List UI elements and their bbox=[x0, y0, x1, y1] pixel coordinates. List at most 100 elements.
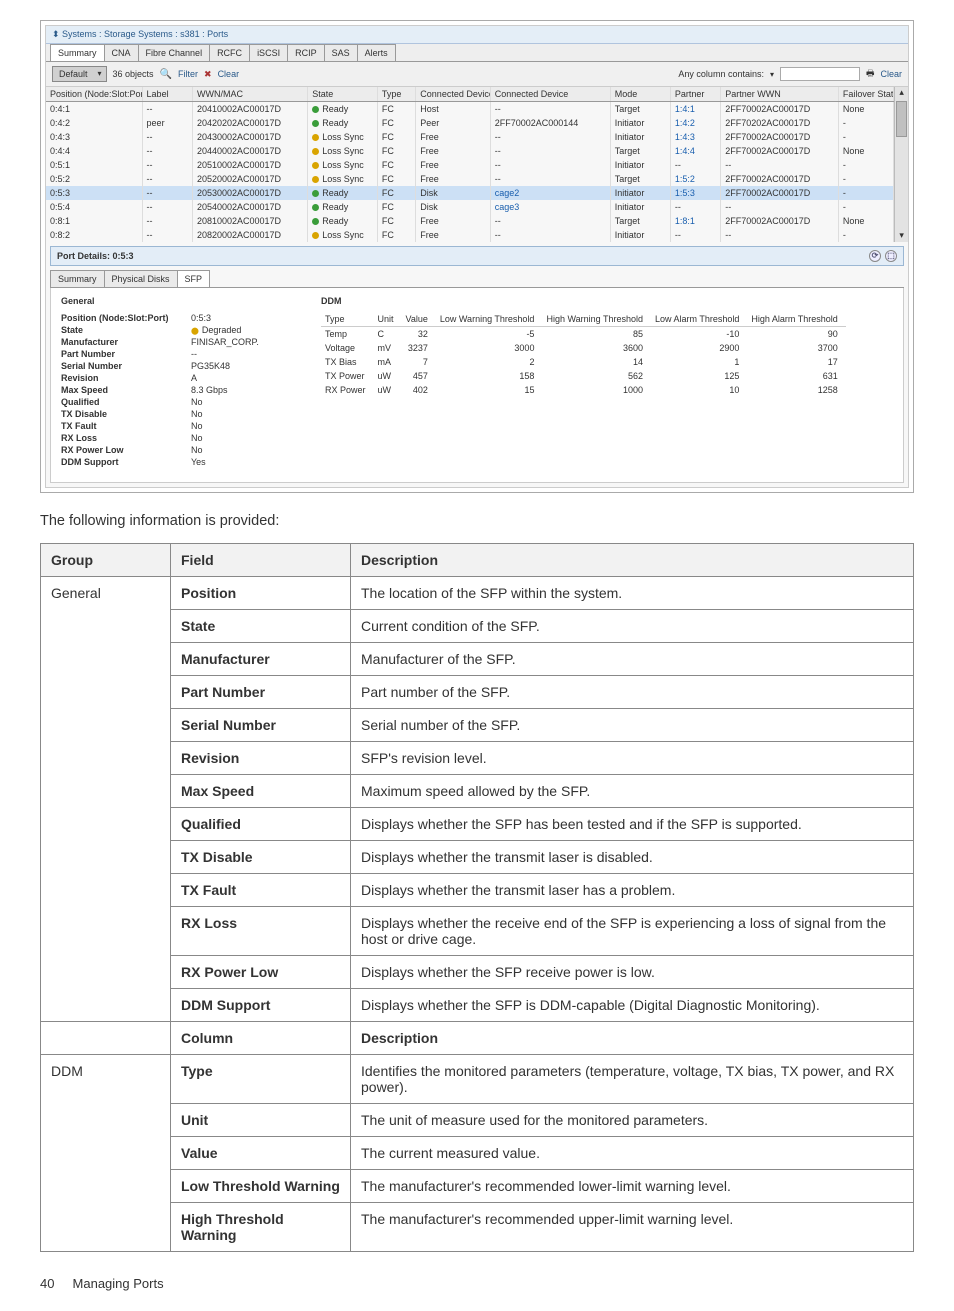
vertical-scrollbar[interactable]: ▴ ▾ bbox=[894, 87, 908, 242]
col-header[interactable]: Partner WWN bbox=[721, 87, 839, 102]
field-cell: DDM Support bbox=[171, 989, 351, 1022]
clear-filter-icon[interactable]: ✖ bbox=[204, 69, 212, 80]
desc-cell: Displays whether the SFP has been tested… bbox=[351, 808, 914, 841]
field-cell: TX Disable bbox=[171, 841, 351, 874]
top-tab-rcip[interactable]: RCIP bbox=[287, 44, 325, 61]
print-icon[interactable]: 🖶 bbox=[866, 66, 875, 82]
desc-cell: Displays whether the SFP receive power i… bbox=[351, 956, 914, 989]
table-header-row: Position (Node:Slot:Port)LabelWWN/MACSta… bbox=[46, 87, 894, 102]
ddm-row: VoltagemV32373000360029003700 bbox=[321, 341, 846, 355]
col-header[interactable]: WWN/MAC bbox=[192, 87, 307, 102]
field-cell: Part Number bbox=[171, 676, 351, 709]
general-panel: General Position (Node:Slot:Port)0:5:3St… bbox=[61, 296, 291, 468]
col-header[interactable]: Connected Device Type bbox=[416, 87, 490, 102]
screenshot-panel: ⬍ Systems : Storage Systems : s381 : Por… bbox=[40, 20, 914, 493]
status-dot-icon bbox=[312, 106, 319, 113]
sub-tab-physical-disks[interactable]: Physical Disks bbox=[104, 270, 178, 287]
top-tab-iscsi[interactable]: iSCSI bbox=[249, 44, 288, 61]
table-row[interactable]: 0:5:2--20520002AC00017DLoss SyncFCFree--… bbox=[46, 172, 894, 186]
desc-row: RevisionSFP's revision level. bbox=[41, 742, 914, 775]
top-tab-fibre-channel[interactable]: Fibre Channel bbox=[138, 44, 211, 61]
table-row[interactable]: 0:4:4--20440002AC00017DLoss SyncFCFree--… bbox=[46, 144, 894, 158]
desc-row: GeneralPositionThe location of the SFP w… bbox=[41, 577, 914, 610]
field-value: No bbox=[191, 409, 203, 419]
col-header[interactable]: Type bbox=[377, 87, 415, 102]
ddm-col-header: Type bbox=[321, 312, 374, 327]
field-value: No bbox=[191, 421, 203, 431]
field-value: A bbox=[191, 373, 197, 383]
status-dot-icon bbox=[312, 232, 319, 239]
ddm-col-header: Unit bbox=[374, 312, 402, 327]
status-dot-icon bbox=[312, 190, 319, 197]
sub-tab-sfp[interactable]: SFP bbox=[177, 270, 211, 287]
field-label: TX Fault bbox=[61, 421, 191, 431]
table-row[interactable]: 0:4:3--20430002AC00017DLoss SyncFCFree--… bbox=[46, 130, 894, 144]
ddm-row: RX PoweruW402151000101258 bbox=[321, 383, 846, 397]
ddm-col-header: High Warning Threshold bbox=[542, 312, 651, 327]
filter-icon[interactable]: 🔍 bbox=[160, 69, 172, 80]
sub-tab-summary[interactable]: Summary bbox=[50, 270, 105, 287]
top-tab-alerts[interactable]: Alerts bbox=[357, 44, 396, 61]
group-cell: DDM bbox=[41, 1055, 171, 1252]
col-header[interactable]: Mode bbox=[610, 87, 670, 102]
ddm-col-header: High Alarm Threshold bbox=[747, 312, 845, 327]
table-row[interactable]: 0:8:2--20820002AC00017DLoss SyncFCFree--… bbox=[46, 228, 894, 242]
field-cell: Value bbox=[171, 1137, 351, 1170]
col-header[interactable]: Partner bbox=[670, 87, 720, 102]
desc-row: QualifiedDisplays whether the SFP has be… bbox=[41, 808, 914, 841]
general-field-row: RevisionA bbox=[61, 372, 291, 384]
col-header[interactable]: Connected Device bbox=[490, 87, 610, 102]
field-cell: Low Threshold Warning bbox=[171, 1170, 351, 1203]
field-value: No bbox=[191, 397, 203, 407]
col-header[interactable]: Failover State bbox=[838, 87, 893, 102]
field-cell: Revision bbox=[171, 742, 351, 775]
table-row[interactable]: 0:8:1--20810002AC00017DReadyFCFree--Targ… bbox=[46, 214, 894, 228]
expand-icon[interactable]: ⬚ bbox=[885, 250, 897, 262]
col-header[interactable]: State bbox=[308, 87, 378, 102]
table-row[interactable]: 0:4:1--20410002AC00017DReadyFCHost--Targ… bbox=[46, 102, 894, 117]
top-tab-cna[interactable]: CNA bbox=[104, 44, 139, 61]
desc-cell: Displays whether the transmit laser has … bbox=[351, 874, 914, 907]
general-field-row: TX DisableNo bbox=[61, 408, 291, 420]
general-title: General bbox=[61, 296, 291, 306]
table-row[interactable]: 0:5:4--20540002AC00017DReadyFCDiskcage3I… bbox=[46, 200, 894, 214]
clear-filter-link[interactable]: Clear bbox=[218, 69, 240, 79]
table-row[interactable]: 0:5:3--20530002AC00017DReadyFCDiskcage2I… bbox=[46, 186, 894, 200]
clear-search-link[interactable]: Clear bbox=[880, 69, 902, 79]
field-value: No bbox=[191, 445, 203, 455]
lead-text: The following information is provided: bbox=[40, 513, 914, 529]
ddm-row: TempC32-585-1090 bbox=[321, 327, 846, 342]
field-cell: RX Loss bbox=[171, 907, 351, 956]
search-input[interactable] bbox=[780, 67, 860, 81]
general-field-row: StateDegraded bbox=[61, 324, 291, 336]
field-label: Part Number bbox=[61, 349, 191, 359]
desc-row: Part NumberPart number of the SFP. bbox=[41, 676, 914, 709]
refresh-icon[interactable]: ⟳ bbox=[869, 250, 881, 262]
port-detail-subtabs: SummaryPhysical DisksSFP bbox=[50, 270, 904, 288]
top-tab-summary[interactable]: Summary bbox=[50, 44, 105, 61]
desc-cell: Maximum speed allowed by the SFP. bbox=[351, 775, 914, 808]
field-cell: Position bbox=[171, 577, 351, 610]
view-dropdown[interactable]: Default bbox=[52, 66, 107, 82]
top-tab-rcfc[interactable]: RCFC bbox=[209, 44, 250, 61]
desc-row: DDMTypeIdentifies the monitored paramete… bbox=[41, 1055, 914, 1104]
desc-cell: Identifies the monitored parameters (tem… bbox=[351, 1055, 914, 1104]
field-value: 0:5:3 bbox=[191, 313, 211, 323]
desc-cell: Serial number of the SFP. bbox=[351, 709, 914, 742]
field-cell: RX Power Low bbox=[171, 956, 351, 989]
field-label: State bbox=[61, 325, 191, 335]
desc-header-row: Group Field Description bbox=[41, 544, 914, 577]
filter-link[interactable]: Filter bbox=[178, 69, 198, 79]
top-tab-sas[interactable]: SAS bbox=[324, 44, 358, 61]
field-cell: High Threshold Warning bbox=[171, 1203, 351, 1252]
tree-icon: ⬍ bbox=[52, 29, 62, 39]
ports-table[interactable]: Position (Node:Slot:Port)LabelWWN/MACSta… bbox=[46, 87, 894, 242]
group-cell: General bbox=[41, 577, 171, 1022]
desc-row: RX Power LowDisplays whether the SFP rec… bbox=[41, 956, 914, 989]
col-header[interactable]: Position (Node:Slot:Port) bbox=[46, 87, 142, 102]
col-header[interactable]: Label bbox=[142, 87, 192, 102]
desc-cell: The unit of measure used for the monitor… bbox=[351, 1104, 914, 1137]
table-row[interactable]: 0:5:1--20510002AC00017DLoss SyncFCFree--… bbox=[46, 158, 894, 172]
ddm-col-header: Value bbox=[402, 312, 436, 327]
table-row[interactable]: 0:4:2peer20420202AC00017DReadyFCPeer2FF7… bbox=[46, 116, 894, 130]
